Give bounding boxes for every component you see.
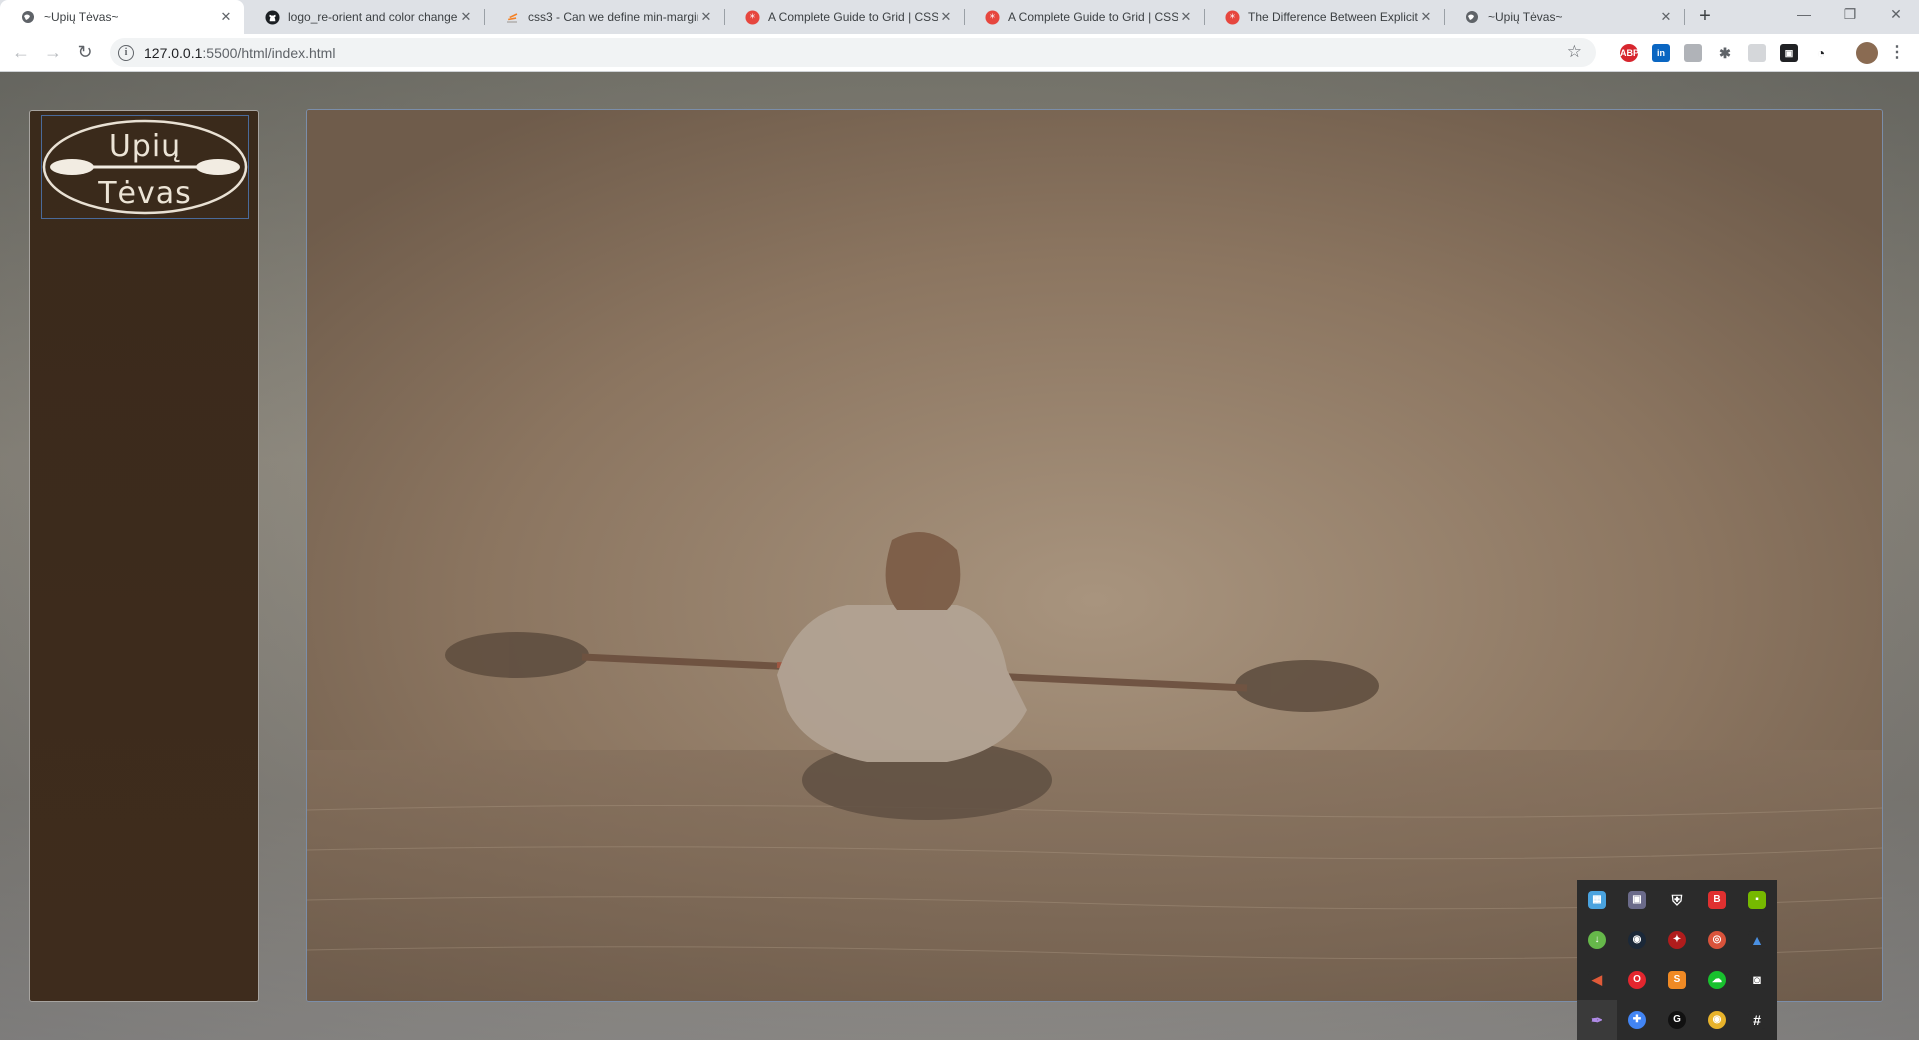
tab-css-tricks-grid-2[interactable]: * A Complete Guide to Grid | CSS- ✕ <box>964 0 1204 34</box>
slack-icon[interactable]: # <box>1748 1011 1766 1029</box>
menu-icon[interactable]: ⋮ <box>1888 44 1906 62</box>
new-tab-button[interactable]: + <box>1693 5 1717 29</box>
chrome-icon[interactable]: ◉ <box>1708 1011 1726 1029</box>
site-logo[interactable]: Upių Tėvas <box>41 115 249 219</box>
cloud-icon[interactable]: ☁ <box>1708 971 1726 989</box>
forward-button[interactable]: → <box>40 40 66 66</box>
reload-button[interactable]: ↻ <box>72 40 98 66</box>
avatar[interactable] <box>1856 42 1878 64</box>
back-button[interactable]: ← <box>8 40 34 66</box>
nvidia-icon[interactable]: ▪ <box>1748 891 1766 909</box>
system-tray-popup: ▦ ▣ ⛨ B ▪ ↓ ◉ ✦ ◎ ▲ ◀ O S ☁ ◙ ✒ ✚ G ◉ # <box>1577 880 1777 1040</box>
close-icon[interactable]: ✕ <box>1418 9 1434 25</box>
tab-title: The Difference Between Explicit a <box>1248 10 1418 24</box>
tab-github[interactable]: logo_re-orient and color change ✕ <box>244 0 484 34</box>
minimize-button[interactable]: — <box>1781 0 1827 30</box>
virtualbox-icon[interactable]: ▣ <box>1628 891 1646 909</box>
qr-icon[interactable]: ▣ <box>1780 44 1798 62</box>
volume-icon[interactable]: ◀ <box>1588 971 1606 989</box>
svg-text:*: * <box>749 12 754 24</box>
tab-title: logo_re-orient and color change <box>288 10 458 24</box>
css-tricks-icon: * <box>984 9 1000 25</box>
tab-title: ~Upių Tėvas~ <box>44 10 119 24</box>
globe-icon <box>20 9 36 25</box>
tab-title: ~Upių Tėvas~ <box>1488 10 1563 24</box>
hero-image <box>306 109 1883 1002</box>
razer-icon[interactable]: ◎ <box>1708 931 1726 949</box>
tab-upiu-tevas[interactable]: ~Upių Tėvas~ ✕ <box>0 0 244 34</box>
download-icon[interactable]: ↓ <box>1588 931 1606 949</box>
steam-icon[interactable]: ◉ <box>1628 931 1646 949</box>
logo-line1: Upių <box>109 129 181 164</box>
css-tricks-icon: * <box>1224 9 1240 25</box>
tab-title: css3 - Can we define min-margin <box>528 10 698 24</box>
bookmark-star-icon[interactable]: ☆ <box>1567 42 1582 62</box>
chrome-remote-icon[interactable]: ✚ <box>1628 1011 1646 1029</box>
logo-line2: Tėvas <box>97 176 192 211</box>
shield-icon[interactable]: ⛨ <box>1668 891 1686 909</box>
tab-title: A Complete Guide to Grid | CSS- <box>768 10 938 24</box>
tab-strip: ~Upių Tėvas~ ✕ logo_re-orient and color … <box>0 0 1919 34</box>
address-url: 127.0.0.1:5500/html/index.html <box>144 44 336 61</box>
address-bar[interactable]: i 127.0.0.1:5500/html/index.html ☆ <box>110 38 1596 67</box>
sublime-icon[interactable]: S <box>1668 971 1686 989</box>
close-icon[interactable]: ✕ <box>218 9 234 25</box>
bug-icon[interactable]: ✱ <box>1716 44 1734 62</box>
svg-text:*: * <box>989 12 994 24</box>
stackoverflow-icon <box>504 9 520 25</box>
bitdefender-icon[interactable]: B <box>1708 891 1726 909</box>
opera-icon[interactable]: O <box>1628 971 1646 989</box>
network-icon[interactable]: ▦ <box>1588 891 1606 909</box>
drive-icon[interactable]: ▲ <box>1748 931 1766 949</box>
close-window-button[interactable]: ✕ <box>1873 0 1919 30</box>
tab-stackoverflow[interactable]: css3 - Can we define min-margin ✕ <box>484 0 724 34</box>
speed-icon[interactable]: ◔ <box>1812 44 1830 62</box>
linkedin-icon[interactable]: in <box>1652 44 1670 62</box>
logo-graphic: Upių Tėvas <box>42 119 248 215</box>
discord-icon[interactable]: ◙ <box>1748 971 1766 989</box>
restore-button[interactable]: ❐ <box>1827 0 1873 30</box>
logitech-icon[interactable]: G <box>1668 1011 1686 1029</box>
adblock-plus-icon[interactable]: ABP <box>1620 44 1639 62</box>
dragon-icon[interactable]: ✦ <box>1668 931 1686 949</box>
svg-text:*: * <box>1229 12 1234 24</box>
css-tricks-icon: * <box>744 9 760 25</box>
browser-toolbar: ← → ↻ i 127.0.0.1:5500/html/index.html ☆… <box>0 34 1919 72</box>
tab-upiu-tevas-2[interactable]: ~Upių Tėvas~ ✕ <box>1444 0 1684 34</box>
tab-title: A Complete Guide to Grid | CSS- <box>1008 10 1178 24</box>
globe-icon <box>1464 9 1480 25</box>
tab-explicit-implicit[interactable]: * The Difference Between Explicit a ✕ <box>1204 0 1444 34</box>
sidebar: Upių Tėvas <box>29 110 259 1002</box>
close-icon[interactable]: ✕ <box>1658 9 1674 25</box>
info-icon[interactable]: i <box>118 44 134 61</box>
close-icon[interactable]: ✕ <box>698 9 714 25</box>
feather-icon[interactable]: ✒ <box>1588 1011 1606 1029</box>
close-icon[interactable]: ✕ <box>458 9 474 25</box>
github-icon <box>264 9 280 25</box>
extension-icon[interactable] <box>1748 44 1766 62</box>
extension-icon[interactable] <box>1684 44 1702 62</box>
close-icon[interactable]: ✕ <box>1178 9 1194 25</box>
close-icon[interactable]: ✕ <box>938 9 954 25</box>
tab-css-tricks-grid[interactable]: * A Complete Guide to Grid | CSS- ✕ <box>724 0 964 34</box>
